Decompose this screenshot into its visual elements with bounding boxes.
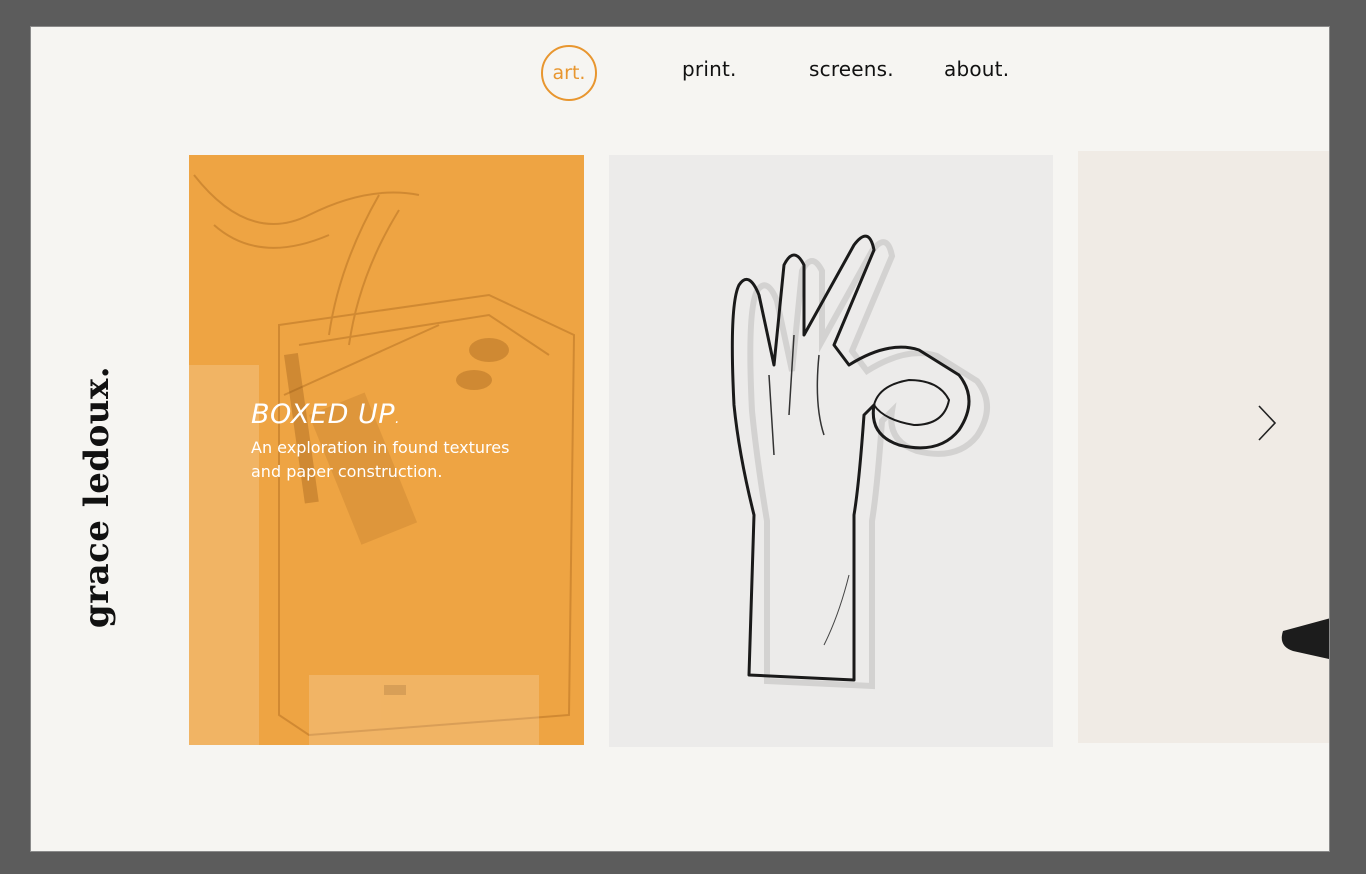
- site-logo[interactable]: grace ledoux.: [71, 365, 123, 629]
- project-caption: BOXED UP. An exploration in found textur…: [251, 400, 551, 484]
- project-description-line-2: and paper construction.: [251, 461, 443, 481]
- project-card-boxed-up[interactable]: BOXED UP. An exploration in found textur…: [189, 155, 584, 745]
- page: art. print. screens. about. grace ledoux…: [30, 26, 1330, 852]
- nav-item-art[interactable]: art.: [541, 45, 597, 101]
- nav-item-screens[interactable]: screens.: [809, 57, 894, 81]
- project-card-wire-hand[interactable]: [609, 155, 1053, 747]
- nav-item-art-label: art.: [552, 62, 586, 84]
- chevron-right-icon: [1258, 405, 1277, 441]
- project-description: An exploration in found textures and pap…: [251, 436, 551, 484]
- site-logo-text: grace ledoux.: [77, 365, 117, 629]
- carousel-next-button[interactable]: [1251, 403, 1281, 443]
- project-title-dot: .: [395, 411, 400, 427]
- project-description-line-1: An exploration in found textures: [251, 437, 510, 457]
- nav-item-print[interactable]: print.: [682, 57, 737, 81]
- partial-artwork: [1078, 151, 1329, 743]
- top-nav: art. print. screens. about.: [31, 27, 1329, 137]
- project-title-text: BOXED UP: [251, 399, 396, 430]
- project-card-partial[interactable]: [1078, 151, 1329, 743]
- nav-item-about[interactable]: about.: [944, 57, 1009, 81]
- wire-hand-artwork: [609, 155, 1053, 747]
- project-title: BOXED UP.: [251, 400, 551, 430]
